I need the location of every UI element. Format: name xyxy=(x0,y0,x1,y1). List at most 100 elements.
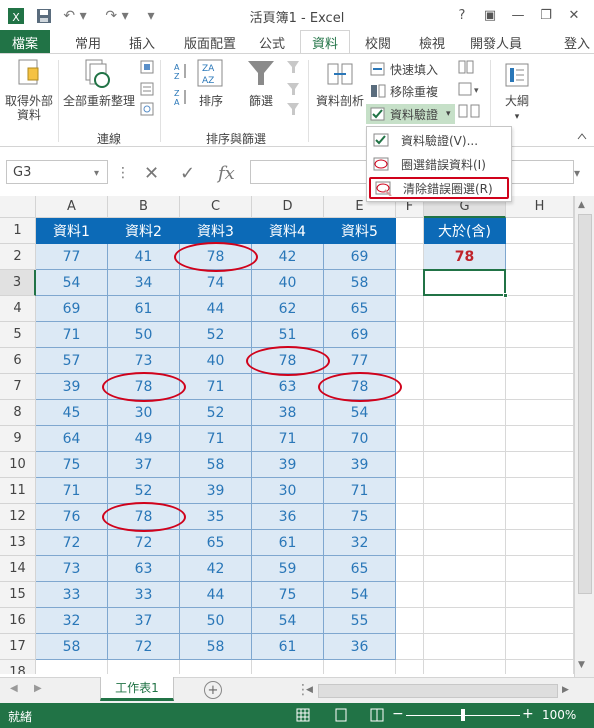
data-cell[interactable]: 52 xyxy=(180,322,252,348)
consolidate-icon[interactable] xyxy=(458,60,476,77)
new-sheet-icon[interactable]: + xyxy=(204,681,222,699)
grid-cell[interactable] xyxy=(424,322,506,348)
data-cell[interactable]: 50 xyxy=(180,608,252,634)
scroll-right-icon[interactable]: ▶ xyxy=(562,685,569,695)
data-cell[interactable]: 71 xyxy=(180,426,252,452)
data-cell[interactable]: 75 xyxy=(252,582,324,608)
active-cell-g3[interactable] xyxy=(423,269,506,296)
grid-cell[interactable] xyxy=(506,348,574,374)
data-cell[interactable]: 64 xyxy=(36,426,108,452)
grid-cell[interactable] xyxy=(424,530,506,556)
zoom-slider-thumb[interactable] xyxy=(461,709,465,721)
collapse-ribbon-icon[interactable] xyxy=(576,130,588,144)
data-cell[interactable]: 42 xyxy=(252,244,324,270)
data-cell[interactable]: 32 xyxy=(324,530,396,556)
get-external-data-button[interactable]: 取得外部 資料 xyxy=(2,94,56,122)
grid-cell[interactable] xyxy=(506,270,574,296)
data-cell[interactable]: 54 xyxy=(324,400,396,426)
data-cell[interactable]: 34 xyxy=(108,270,180,296)
data-cell[interactable]: 41 xyxy=(108,244,180,270)
data-cell[interactable]: 65 xyxy=(324,296,396,322)
column-header[interactable]: D xyxy=(252,196,324,218)
data-cell[interactable]: 52 xyxy=(180,400,252,426)
grid-cell[interactable] xyxy=(506,426,574,452)
sign-in-link[interactable]: 登入 xyxy=(560,30,594,54)
grid-cell[interactable] xyxy=(424,478,506,504)
data-cell[interactable]: 33 xyxy=(36,582,108,608)
column-header[interactable]: B xyxy=(108,196,180,218)
grid-cell[interactable] xyxy=(396,478,424,504)
outline-dropdown-icon[interactable]: ▾ xyxy=(510,110,524,124)
grid-cell[interactable] xyxy=(424,582,506,608)
data-cell[interactable]: 39 xyxy=(324,452,396,478)
grid-cell[interactable] xyxy=(506,530,574,556)
close-icon[interactable]: ✕ xyxy=(562,4,586,26)
data-cell[interactable]: 32 xyxy=(36,608,108,634)
grid-cell[interactable] xyxy=(424,608,506,634)
menu-item-clear-circles[interactable]: 清除錯誤圈選(R) xyxy=(369,177,509,199)
row-header[interactable]: 8 xyxy=(0,400,36,426)
row-header[interactable]: 15 xyxy=(0,582,36,608)
row-header[interactable]: 5 xyxy=(0,322,36,348)
data-cell[interactable]: 51 xyxy=(252,322,324,348)
vertical-scrollbar[interactable]: ▲ ▼ xyxy=(574,196,594,677)
grid-cell[interactable] xyxy=(506,582,574,608)
grid-cell[interactable] xyxy=(506,452,574,478)
data-cell[interactable]: 70 xyxy=(324,426,396,452)
grid-cell[interactable] xyxy=(396,400,424,426)
scroll-thumb[interactable] xyxy=(578,214,592,594)
tab-formulas[interactable]: 公式 xyxy=(250,30,294,54)
horizontal-scroll-thumb[interactable] xyxy=(318,684,558,698)
grid-cell[interactable] xyxy=(396,634,424,660)
grid-cell[interactable] xyxy=(424,374,506,400)
data-cell[interactable]: 71 xyxy=(36,322,108,348)
connections-icon[interactable] xyxy=(140,60,154,77)
row-header[interactable]: 14 xyxy=(0,556,36,582)
page-layout-view-icon[interactable] xyxy=(334,708,348,725)
name-box-dropdown-icon[interactable]: ▾ xyxy=(94,161,99,185)
ribbon-options-icon[interactable]: ▣ xyxy=(478,4,502,26)
data-cell[interactable]: 36 xyxy=(324,634,396,660)
data-cell[interactable]: 61 xyxy=(252,634,324,660)
data-cell[interactable]: 58 xyxy=(36,634,108,660)
column-header[interactable]: A xyxy=(36,196,108,218)
grid-cell[interactable] xyxy=(396,504,424,530)
spreadsheet-grid[interactable]: A B C D E F G H 1 2 3 4 5 6 7 8 9 10 11 12 13 14 15 16 17 18 資料1 資料… xyxy=(0,196,574,674)
grid-cell[interactable] xyxy=(506,218,574,244)
grid-cell[interactable] xyxy=(506,296,574,322)
tab-home[interactable]: 常用 xyxy=(66,30,110,54)
data-cell[interactable]: 37 xyxy=(108,608,180,634)
table-header-cell[interactable]: 資料2 xyxy=(108,218,180,244)
row-header[interactable]: 11 xyxy=(0,478,36,504)
data-cell[interactable]: 58 xyxy=(324,270,396,296)
data-cell[interactable]: 73 xyxy=(108,348,180,374)
row-header[interactable]: 3 xyxy=(0,270,36,296)
grid-cell[interactable] xyxy=(396,660,424,674)
data-cell[interactable]: 39 xyxy=(252,452,324,478)
table-header-cell[interactable]: 資料1 xyxy=(36,218,108,244)
help-button[interactable]: ? xyxy=(450,4,474,26)
tab-review[interactable]: 校閱 xyxy=(356,30,400,54)
data-cell[interactable]: 76 xyxy=(36,504,108,530)
grid-cell[interactable] xyxy=(424,426,506,452)
grid-cell[interactable] xyxy=(424,296,506,322)
grid-cell[interactable] xyxy=(396,244,424,270)
grid-cell[interactable] xyxy=(424,504,506,530)
data-cell[interactable]: 54 xyxy=(324,582,396,608)
data-cell[interactable]: 77 xyxy=(36,244,108,270)
scroll-up-icon[interactable]: ▲ xyxy=(578,200,585,210)
filter-button[interactable]: 篩選 xyxy=(242,94,280,108)
data-cell[interactable]: 35 xyxy=(180,504,252,530)
data-cell[interactable]: 69 xyxy=(324,322,396,348)
sheet-tab-1[interactable]: 工作表1 xyxy=(100,677,174,701)
grid-cell[interactable] xyxy=(424,452,506,478)
table-header-cell[interactable]: 資料4 xyxy=(252,218,324,244)
properties-icon[interactable] xyxy=(140,82,154,99)
grid-cell[interactable] xyxy=(424,556,506,582)
data-cell[interactable]: 72 xyxy=(108,634,180,660)
cancel-icon[interactable]: ✕ xyxy=(144,161,159,185)
data-cell[interactable]: 62 xyxy=(252,296,324,322)
grid-cell[interactable] xyxy=(506,244,574,270)
outline-button[interactable]: 大綱 xyxy=(500,94,534,108)
grid-cell[interactable] xyxy=(506,660,574,674)
